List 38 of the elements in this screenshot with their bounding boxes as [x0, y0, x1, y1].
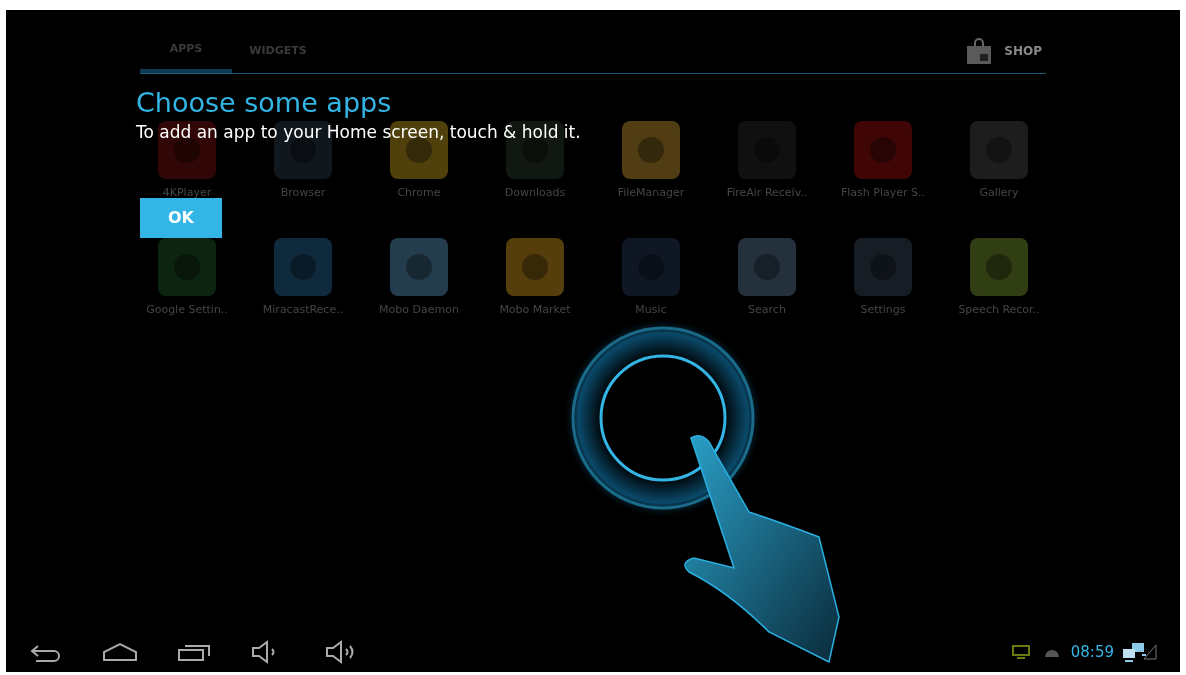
app-label[interactable]: Gallery [979, 185, 1019, 202]
app-label[interactable]: Google Settin.. [146, 301, 228, 318]
ok-button[interactable]: OK [140, 197, 222, 238]
tab[interactable]: APPS [140, 29, 232, 73]
app-icon [622, 121, 680, 179]
app-label[interactable]: Browser [280, 185, 326, 202]
shop-label[interactable]: SHOP [1004, 42, 1042, 60]
app-label[interactable]: Downloads [504, 185, 566, 202]
app-label[interactable]: Music [635, 301, 667, 318]
app-label[interactable]: FireAir Receiv.. [726, 185, 808, 202]
app-icon [158, 121, 216, 179]
tab[interactable]: WIDGETS [232, 29, 324, 73]
app-label[interactable]: Mobo Daemon [379, 301, 459, 318]
coach-title: Choose some apps [136, 88, 392, 118]
app-icon [970, 121, 1028, 179]
app-icon [738, 237, 796, 296]
app-label[interactable]: Settings [860, 301, 906, 318]
home-icon[interactable] [102, 640, 138, 664]
app-icon [970, 237, 1028, 296]
app-label[interactable]: Mobo Market [499, 301, 571, 318]
network-icon [1120, 641, 1158, 663]
clock: 08:59 [1070, 641, 1114, 663]
app-icon [158, 237, 216, 296]
shopping-bag-icon[interactable] [966, 38, 993, 64]
app-label[interactable]: Flash Player S.. [841, 185, 925, 202]
app-label[interactable]: Speech Recor.. [958, 301, 1040, 318]
app-label[interactable]: FileManager [617, 185, 685, 202]
app-label[interactable]: Chrome [397, 185, 441, 202]
app-label[interactable]: Search [748, 301, 786, 318]
app-icon [390, 237, 448, 296]
app-icon [622, 237, 680, 296]
app-icon [506, 237, 564, 296]
monitor-icon [1010, 644, 1031, 660]
app-icon [274, 237, 332, 296]
app-icon [854, 237, 912, 296]
app-label[interactable]: MiracastRece.. [262, 301, 344, 318]
app-icon [854, 121, 912, 179]
coach-message: To add an app to your Home screen, touch & hold it. [136, 121, 581, 144]
